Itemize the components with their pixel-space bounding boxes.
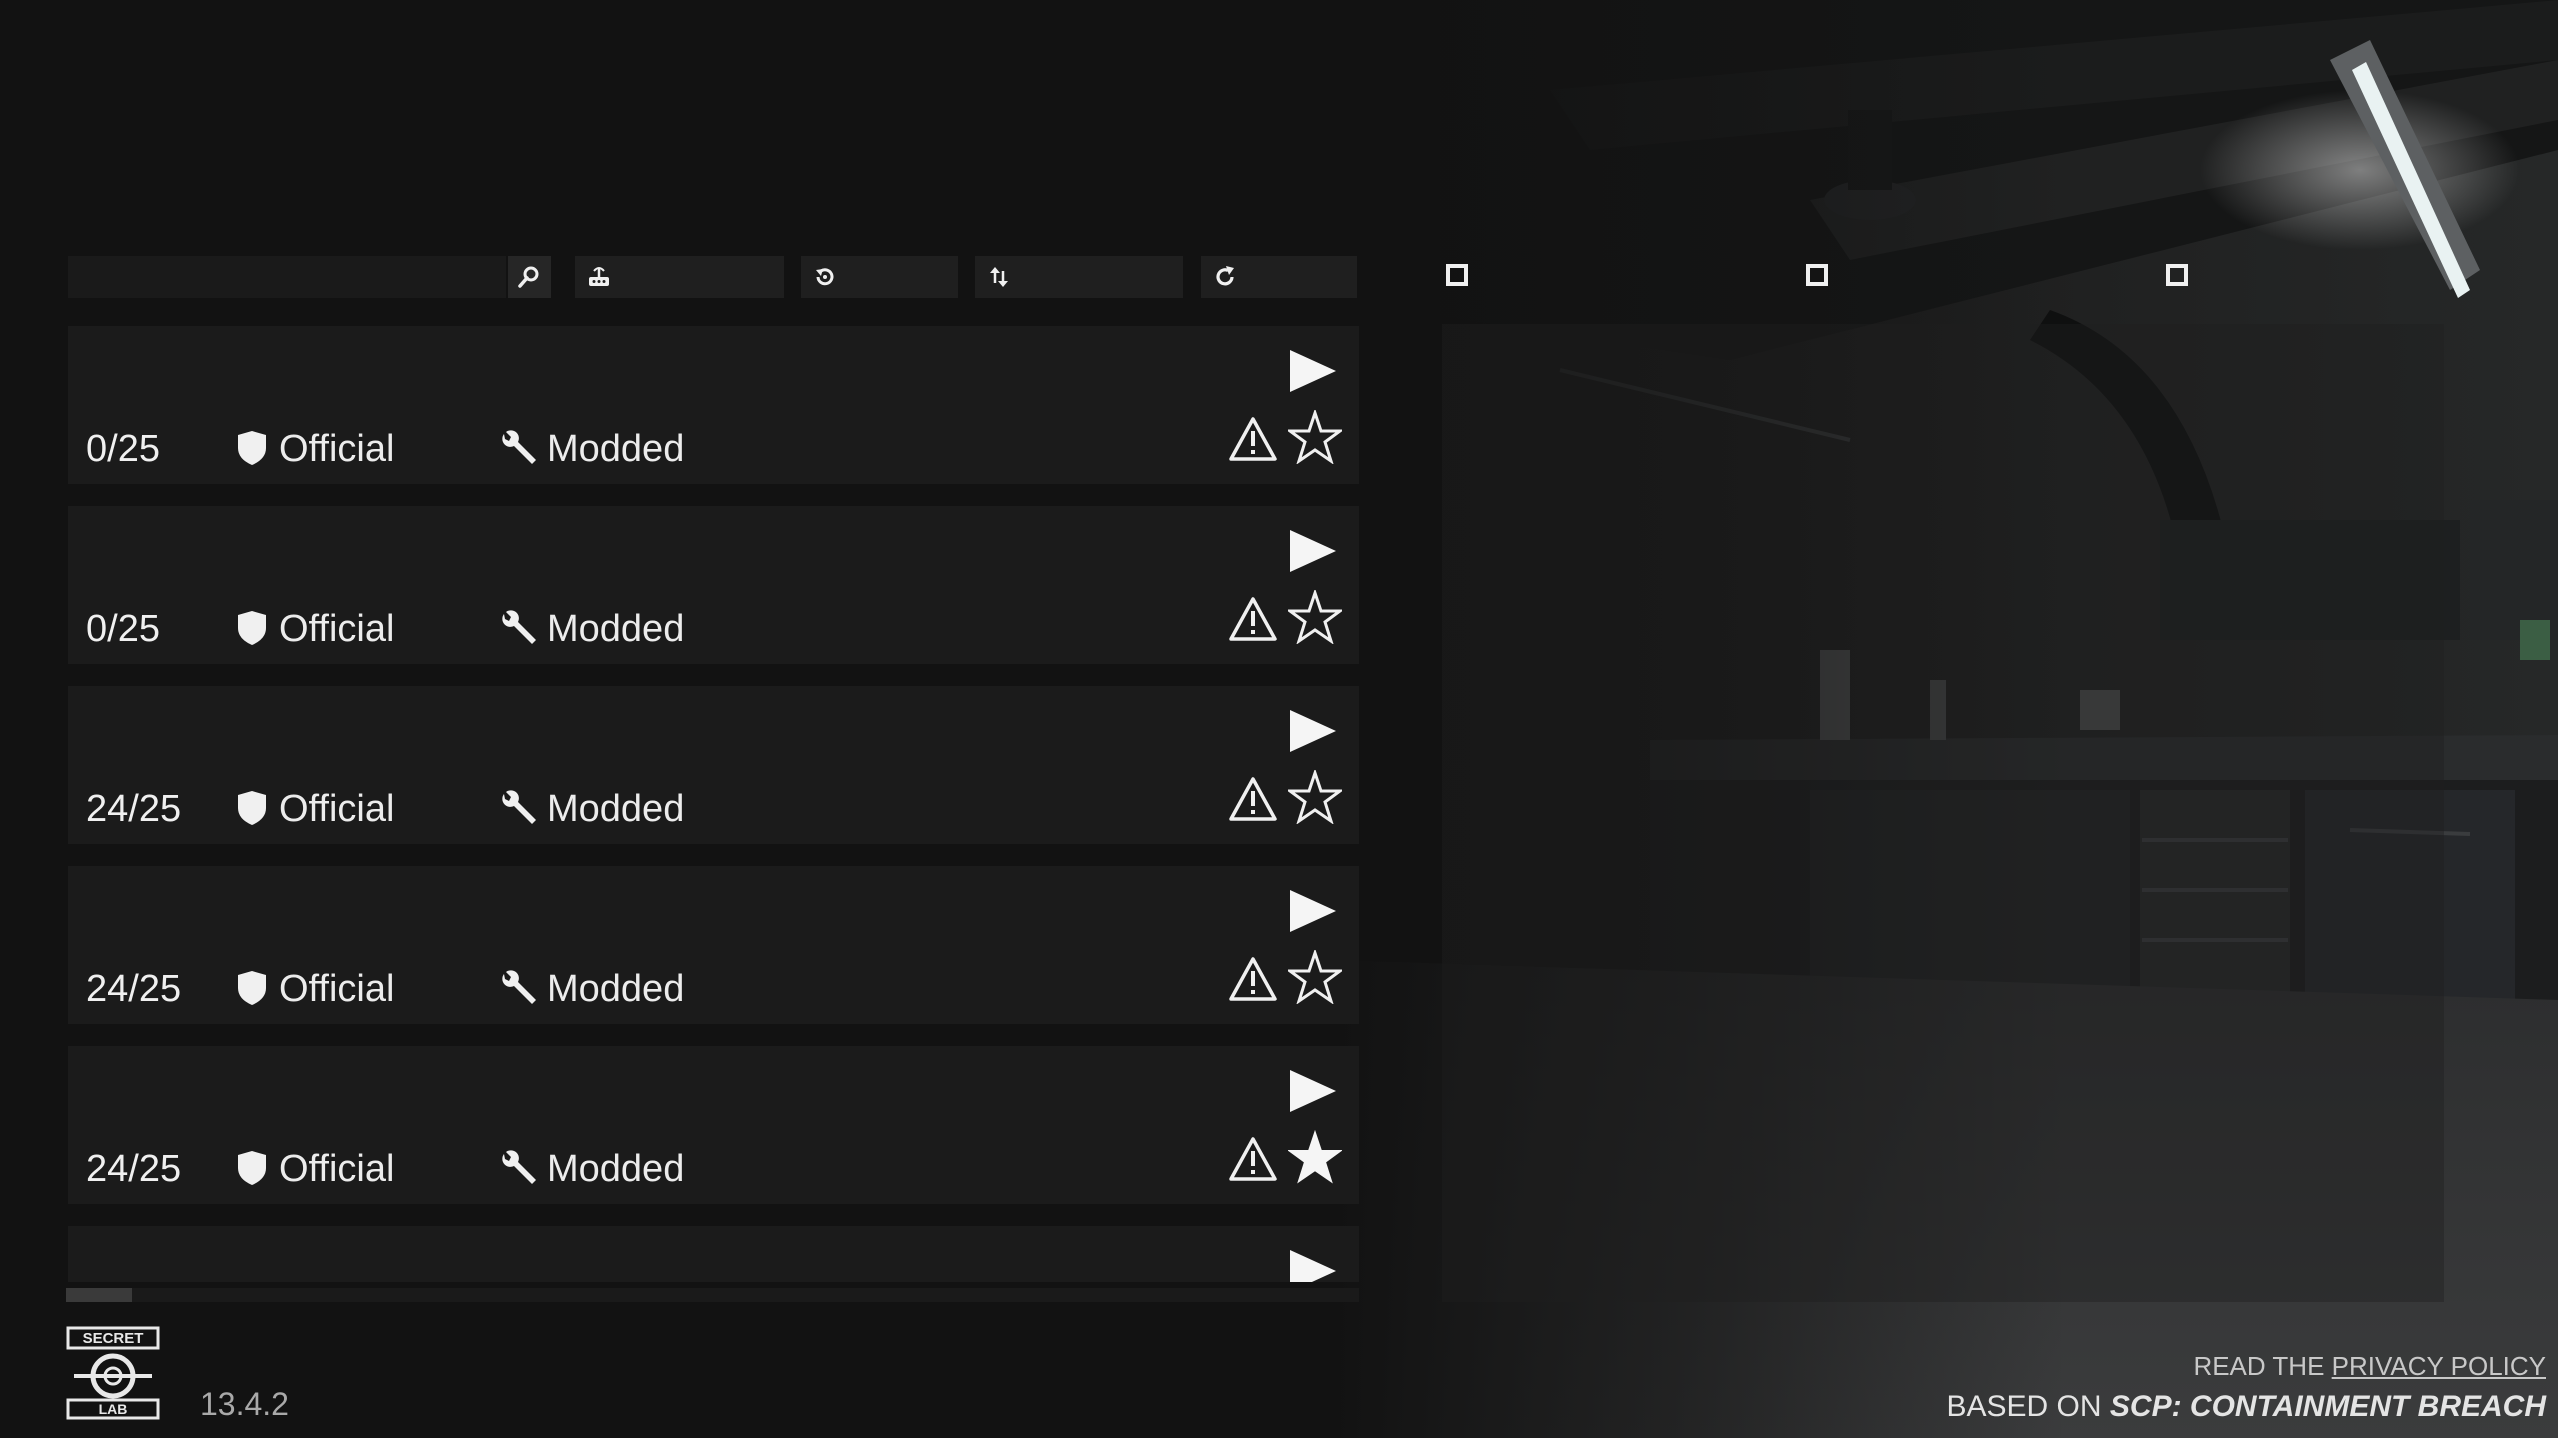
list-scrollbar[interactable]: [66, 1288, 1359, 1302]
sort-button[interactable]: [975, 256, 1183, 298]
wrench-icon: [502, 1150, 536, 1184]
play-icon[interactable]: [1288, 528, 1338, 574]
player-count: 24/25: [86, 968, 182, 1010]
refresh-button[interactable]: [1201, 256, 1357, 298]
search-input[interactable]: [68, 256, 506, 298]
filter-button[interactable]: [575, 256, 784, 298]
server-row[interactable]: [68, 1226, 1359, 1282]
star-icon[interactable]: [1288, 410, 1342, 464]
svg-text:LAB: LAB: [99, 1401, 128, 1417]
official-label: Official: [279, 608, 395, 650]
modded-label: Modded: [547, 968, 685, 1010]
modded-label: Modded: [547, 428, 685, 470]
shield-icon: [238, 611, 266, 645]
header-checkbox-3[interactable]: [2166, 264, 2188, 286]
play-icon[interactable]: [1288, 708, 1338, 754]
star-icon[interactable]: [1288, 770, 1342, 824]
privacy-prefix: READ THE: [2193, 1351, 2332, 1381]
server-row[interactable]: 24/25 Official Modded: [68, 866, 1359, 1024]
server-row[interactable]: 0/25 Official Modded: [68, 326, 1359, 484]
svg-text:SECRET: SECRET: [83, 1330, 144, 1347]
privacy-policy-line: READ THE PRIVACY POLICY: [2193, 1353, 2546, 1379]
star-icon[interactable]: [1288, 590, 1342, 644]
play-icon[interactable]: [1288, 348, 1338, 394]
shield-icon: [238, 431, 266, 465]
play-icon[interactable]: [1288, 1068, 1338, 1114]
modded-label: Modded: [547, 1148, 685, 1190]
router-icon: [589, 267, 609, 286]
refresh-icon: [1216, 266, 1234, 286]
warning-icon[interactable]: [1228, 596, 1278, 642]
star-filled-icon[interactable]: [1288, 1130, 1342, 1184]
wrench-icon: [502, 430, 536, 464]
wrench-icon: [502, 610, 536, 644]
star-icon[interactable]: [1288, 950, 1342, 1004]
play-icon[interactable]: [1288, 888, 1338, 934]
privacy-policy-link[interactable]: PRIVACY POLICY: [2332, 1351, 2546, 1381]
warning-icon[interactable]: [1228, 956, 1278, 1002]
warning-icon[interactable]: [1228, 416, 1278, 462]
player-count: 0/25: [86, 608, 160, 650]
server-row[interactable]: 24/25 Official Modded: [68, 1046, 1359, 1204]
scp-cb-title: SCP: CONTAINMENT BREACH: [2109, 1390, 2546, 1423]
shield-icon: [238, 791, 266, 825]
search-button[interactable]: [508, 256, 551, 298]
modded-label: Modded: [547, 608, 685, 650]
based-prefix: BASED ON: [1946, 1390, 2110, 1423]
server-details-panel: [1442, 324, 2444, 1302]
sort-icon: [990, 267, 1008, 287]
modded-label: Modded: [547, 788, 685, 830]
official-label: Official: [279, 788, 395, 830]
official-label: Official: [279, 1148, 395, 1190]
header-checkbox-2[interactable]: [1806, 264, 1828, 286]
wrench-icon: [502, 790, 536, 824]
server-browser-screen: 0/25 Official Modded 0/25 Official Modde…: [0, 0, 2558, 1438]
warning-icon[interactable]: [1228, 1136, 1278, 1182]
magnifier-icon: [518, 266, 539, 288]
secret-lab-logo: SECRET LAB: [66, 1326, 160, 1420]
shield-icon: [238, 1151, 266, 1185]
based-on-credit: BASED ON SCP: CONTAINMENT BREACH: [1947, 1392, 2546, 1422]
scrollbar-thumb[interactable]: [66, 1288, 132, 1302]
play-icon[interactable]: [1288, 1248, 1338, 1282]
history-icon: [816, 268, 834, 286]
official-label: Official: [279, 428, 395, 470]
header-checkbox-1[interactable]: [1446, 264, 1468, 286]
official-label: Official: [279, 968, 395, 1010]
wrench-icon: [502, 970, 536, 1004]
player-count: 24/25: [86, 788, 182, 830]
server-row[interactable]: 0/25 Official Modded: [68, 506, 1359, 664]
player-count: 24/25: [86, 1148, 182, 1190]
history-button[interactable]: [801, 256, 958, 298]
shield-icon: [238, 971, 266, 1005]
version-label: 13.4.2: [200, 1386, 289, 1422]
server-list: 0/25 Official Modded 0/25 Official Modde…: [68, 326, 1359, 1282]
player-count: 0/25: [86, 428, 160, 470]
server-row[interactable]: 24/25 Official Modded: [68, 686, 1359, 844]
warning-icon[interactable]: [1228, 776, 1278, 822]
